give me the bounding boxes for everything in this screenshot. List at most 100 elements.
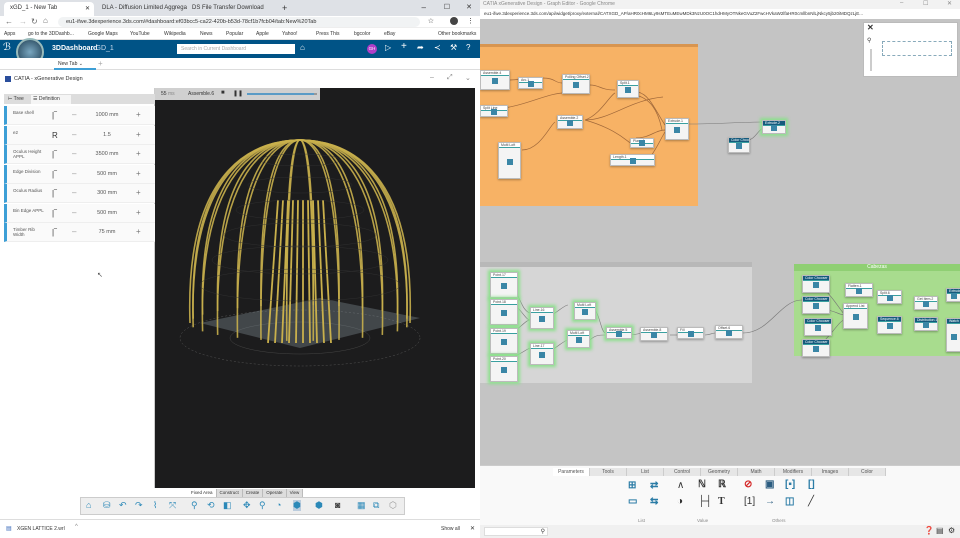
new-tab-button[interactable]: + — [276, 0, 293, 14]
dashboard-name[interactable]: xGD_1 — [92, 45, 114, 52]
menu-icon[interactable]: ⋮ — [467, 17, 474, 25]
bookmark[interactable]: Google Maps — [88, 31, 118, 37]
decrement-button[interactable]: – — [72, 130, 76, 139]
length-icon[interactable]: ├┤ — [698, 496, 712, 507]
expand-icon[interactable]: ⤢ — [447, 74, 453, 82]
graph-icon[interactable]: ⤧ — [169, 500, 176, 511]
palette-tab[interactable]: Images — [812, 468, 849, 476]
bookmark[interactable]: Apple — [256, 31, 269, 37]
material-icon[interactable]: ⬡ — [389, 500, 397, 511]
bookmark[interactable]: Popular — [226, 31, 243, 37]
panel-icon[interactable]: [▪] — [785, 479, 795, 490]
graph-node[interactable]: Extrude.2 — [762, 120, 786, 134]
help-icon[interactable]: ? — [466, 43, 470, 52]
palette-tab[interactable]: Geometry — [701, 468, 738, 476]
graph-node[interactable]: Polling Offset.2 — [562, 74, 590, 94]
decrement-button[interactable]: – — [72, 149, 76, 158]
bookmark[interactable]: go to the 3DDashb... — [28, 31, 74, 37]
graph-node[interactable]: Flatten.1 — [845, 283, 873, 297]
palette-tab[interactable]: Modifiers — [775, 468, 812, 476]
bookmark[interactable]: YouTube — [130, 31, 150, 37]
graph-node[interactable]: Assemble.5 — [606, 327, 632, 339]
palette-tab[interactable]: Math — [738, 468, 775, 476]
minimap[interactable]: ✕ ⚲ — [863, 22, 958, 77]
graph-node[interactable]: Get Item.2 — [914, 296, 938, 310]
increment-button[interactable]: + — [136, 130, 141, 139]
graph-node[interactable]: Color Chooser — [802, 275, 830, 293]
graph-node[interactable]: Split Line — [480, 105, 508, 117]
search-input[interactable]: Search in Current Dashboard — [177, 44, 295, 54]
parameter-value[interactable]: 1.5 — [87, 132, 127, 138]
palette-tab[interactable]: Color — [849, 468, 886, 476]
graph-node[interactable]: Extrude.1 — [665, 118, 689, 140]
graph-node[interactable]: Color Chooser — [728, 137, 750, 153]
graph-node[interactable]: Distribution.1 — [914, 317, 938, 331]
list-items-icon[interactable]: ▭ — [628, 496, 637, 507]
maximize-icon[interactable]: ☐ — [444, 3, 450, 11]
close-icon[interactable]: ✕ — [867, 23, 874, 32]
slider-icon[interactable]: [] — [808, 479, 815, 490]
avatar[interactable]: GH — [367, 44, 377, 54]
graph-node[interactable]: Multi Loft — [498, 142, 521, 179]
graph-node[interactable]: Split.1 — [617, 80, 639, 98]
increment-button[interactable]: + — [136, 169, 141, 178]
ambient-icon[interactable]: ◙ — [335, 500, 340, 510]
close-icon[interactable]: ✕ — [85, 5, 90, 12]
boolean-icon[interactable]: ◑ — [677, 496, 683, 507]
action-tab[interactable]: Create — [243, 489, 264, 497]
tab-tree[interactable]: ⊢ Tree — [6, 95, 30, 104]
minimize-icon[interactable]: – — [430, 74, 434, 81]
graph-node[interactable]: Assemble.8 — [640, 327, 668, 341]
graph-node[interactable]: Point.20 — [490, 356, 518, 382]
graph-node[interactable]: Point.17 — [490, 272, 518, 298]
graph-node[interactable]: Append List — [843, 303, 868, 329]
parameter-value[interactable]: 1000 mm — [87, 112, 127, 118]
integer-icon[interactable]: ℕ — [698, 479, 706, 490]
list-create-icon[interactable]: ⊞ — [628, 480, 636, 491]
other-bookmarks[interactable]: Other bookmarks — [438, 31, 476, 37]
graph-node[interactable]: Point.18 — [490, 299, 518, 325]
graph-node[interactable]: Multi Loft — [567, 330, 590, 348]
graph-node[interactable]: Extrude — [946, 288, 960, 302]
increment-button[interactable]: + — [136, 208, 141, 217]
graph-node[interactable]: Line.17 — [530, 343, 554, 365]
graph-node[interactable]: Fill — [677, 327, 704, 339]
bookmark[interactable]: bgcolor — [354, 31, 370, 37]
graph-node[interactable]: Multi Loft — [574, 302, 596, 320]
null-icon[interactable]: ⊘ — [744, 479, 752, 490]
zoom-icon[interactable]: ⚲ — [867, 37, 871, 44]
action-tab[interactable]: View — [287, 489, 304, 497]
palette-tab[interactable]: Parameters — [553, 468, 590, 476]
decrement-button[interactable]: – — [72, 227, 76, 236]
bookmark[interactable]: Press This — [316, 31, 340, 37]
decrement-button[interactable]: – — [72, 188, 76, 197]
list-sequence-icon[interactable]: ⇄ — [650, 480, 658, 491]
parameter-value[interactable]: 500 mm — [87, 210, 127, 216]
gear-icon[interactable]: ⚙ — [948, 526, 955, 535]
zoom-slider[interactable] — [870, 49, 872, 71]
home-icon[interactable]: ⌂ — [86, 500, 91, 510]
parameter-value[interactable]: 500 mm — [87, 171, 127, 177]
action-tab[interactable]: Fixed Area — [188, 489, 217, 497]
close-icon[interactable]: ✕ — [470, 525, 475, 532]
parameter-value[interactable]: 3500 mm — [87, 151, 127, 157]
undo-icon[interactable]: ↶ — [119, 500, 127, 511]
graph-node[interactable]: Offset.6 — [715, 325, 743, 339]
chevron-down-icon[interactable]: ⌄ — [465, 74, 471, 82]
zoom-icon[interactable]: ⚲ — [191, 500, 198, 511]
graph-node[interactable]: Point.19 — [490, 328, 518, 354]
comment-icon[interactable]: ▤ — [936, 526, 944, 535]
decrement-button[interactable]: – — [72, 110, 76, 119]
graph-node[interactable]: Color Chooser — [802, 296, 830, 314]
graph-node[interactable]: Plane.1 — [630, 138, 654, 148]
graph-node[interactable]: Color Chooser — [804, 318, 832, 336]
browser-tab[interactable]: DLA - Diffusion Limited Aggrega — [96, 2, 187, 16]
network-icon[interactable]: ≺ — [434, 43, 441, 52]
real-icon[interactable]: ℝ — [718, 479, 726, 490]
add-tab-icon[interactable]: + — [98, 59, 103, 68]
forward-icon[interactable]: → — [19, 17, 27, 26]
graph-node[interactable]: Line.16 — [530, 307, 554, 329]
list-reverse-icon[interactable]: ⇆ — [650, 496, 658, 507]
increment-button[interactable]: + — [136, 149, 141, 158]
bookmark[interactable]: Apps — [4, 31, 15, 37]
